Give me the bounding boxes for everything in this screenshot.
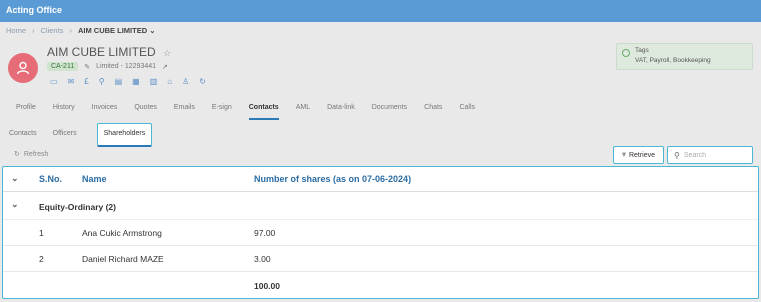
search-box: ⚲ [667,146,753,164]
edit-icon[interactable]: ✎ [84,63,90,71]
tab-emails[interactable]: Emails [174,104,195,120]
breadcrumb-current[interactable]: AIM CUBE LIMITED ⌄ [78,26,156,35]
chevron-down-icon[interactable]: ⌄ [11,199,19,210]
refresh-label: Refresh [23,150,49,158]
tab-data-link[interactable]: Data-link [327,104,355,120]
tags-values: VAT, Payroll, Bookkeeping [635,57,711,64]
star-icon[interactable]: ☆ [163,48,171,58]
app-title-bar: Acting Office [0,0,761,22]
breadcrumb-clients[interactable]: Clients [41,26,64,35]
subtab-officers[interactable]: Officers [53,123,77,147]
search-input[interactable] [683,151,748,159]
subtab-shareholders[interactable]: Shareholders [96,123,153,147]
main-tabs: Profile History Invoices Quotes Emails E… [16,104,492,120]
tab-documents[interactable]: Documents [372,104,407,120]
chevron-down-icon: ⌄ [149,26,156,35]
avatar [8,53,38,83]
building-icon[interactable]: ▥ [150,77,158,86]
tab-aml[interactable]: AML [296,104,310,120]
sub-tabs: Contacts Officers Shareholders [9,123,168,147]
chevron-down-icon[interactable]: ⌄ [11,173,19,184]
row-name: Daniel Richard MAZE [82,254,164,264]
pound-icon[interactable]: £ [84,77,88,86]
refresh-button[interactable]: ↻ Refresh [14,150,49,159]
total-shares: 100.00 [254,281,280,291]
column-name[interactable]: Name [82,174,107,184]
grid-header: ⌄ S.No. Name Number of shares (as on 07-… [3,167,758,192]
table-row[interactable]: 1 Ana Cukic Armstrong 97.00 [3,220,758,246]
group-row[interactable]: ⌄ Equity-Ordinary (2) [3,193,758,220]
search-icon: ⚲ [674,150,680,160]
client-name-row: AIM CUBE LIMITED ☆ [47,45,171,59]
table-row[interactable]: 2 Daniel Richard MAZE 3.00 [3,246,758,272]
subtab-contacts[interactable]: Contacts [9,123,37,147]
tab-chats[interactable]: Chats [424,104,442,120]
search-money-icon[interactable]: ⚲ [99,77,105,86]
tab-quotes[interactable]: Quotes [134,104,157,120]
breadcrumb-home[interactable]: Home [6,26,26,35]
retrieve-label: Retrieve [628,151,656,159]
client-name: AIM CUBE LIMITED [47,45,156,59]
client-type-number: Limited - 12293441 [96,63,157,70]
lock-icon[interactable]: ⌂ [167,77,172,86]
tab-contacts[interactable]: Contacts [248,104,279,120]
total-row: 100.00 [3,273,758,299]
refresh-icon: ↻ [14,151,20,158]
document-icon[interactable]: ▤ [115,77,123,86]
external-link-icon[interactable]: ↗ [162,63,168,71]
chat-icon[interactable]: ▭ [50,77,58,86]
check-circle-icon [622,49,630,57]
breadcrumb: Home › Clients › AIM CUBE LIMITED ⌄ [6,26,156,35]
tab-calls[interactable]: Calls [459,104,475,120]
quick-actions-bar: ▭ ✉ £ ⚲ ▤ ▦ ▥ ⌂ ♙ ↻ [50,77,206,86]
refresh-arrow-icon[interactable]: ↻ [199,77,206,86]
tab-invoices[interactable]: Invoices [92,104,118,120]
column-shares[interactable]: Number of shares (as on 07-06-2024) [254,174,411,184]
shareholders-grid: ⌄ S.No. Name Number of shares (as on 07-… [2,166,759,299]
tab-history[interactable]: History [53,104,75,120]
retrieve-button[interactable]: ⩔ Retrieve [613,146,664,164]
client-meta: CA-211 ✎ Limited - 12293441 ↗ [47,62,168,71]
double-chevron-down-icon: ⩔ [621,151,626,158]
tab-esign[interactable]: E-sign [212,104,232,120]
tab-profile[interactable]: Profile [16,104,36,120]
person-icon[interactable]: ♙ [182,77,189,86]
tags-panel: Tags VAT, Payroll, Bookkeeping [616,43,753,70]
row-sno: 2 [39,254,44,264]
row-shares: 97.00 [254,228,276,238]
row-shares: 3.00 [254,254,271,264]
client-code-badge: CA-211 [47,62,79,71]
chevron-right-icon: › [32,26,35,35]
column-sno[interactable]: S.No. [39,174,62,184]
group-label: Equity-Ordinary (2) [39,202,116,212]
row-sno: 1 [39,228,44,238]
grid-icon[interactable]: ▦ [132,77,140,86]
app-title: Acting Office [6,5,63,15]
tags-label: Tags [635,47,649,54]
row-name: Ana Cukic Armstrong [82,228,162,238]
person-icon [16,61,30,75]
mail-icon[interactable]: ✉ [68,77,75,86]
chevron-right-icon: › [69,26,72,35]
